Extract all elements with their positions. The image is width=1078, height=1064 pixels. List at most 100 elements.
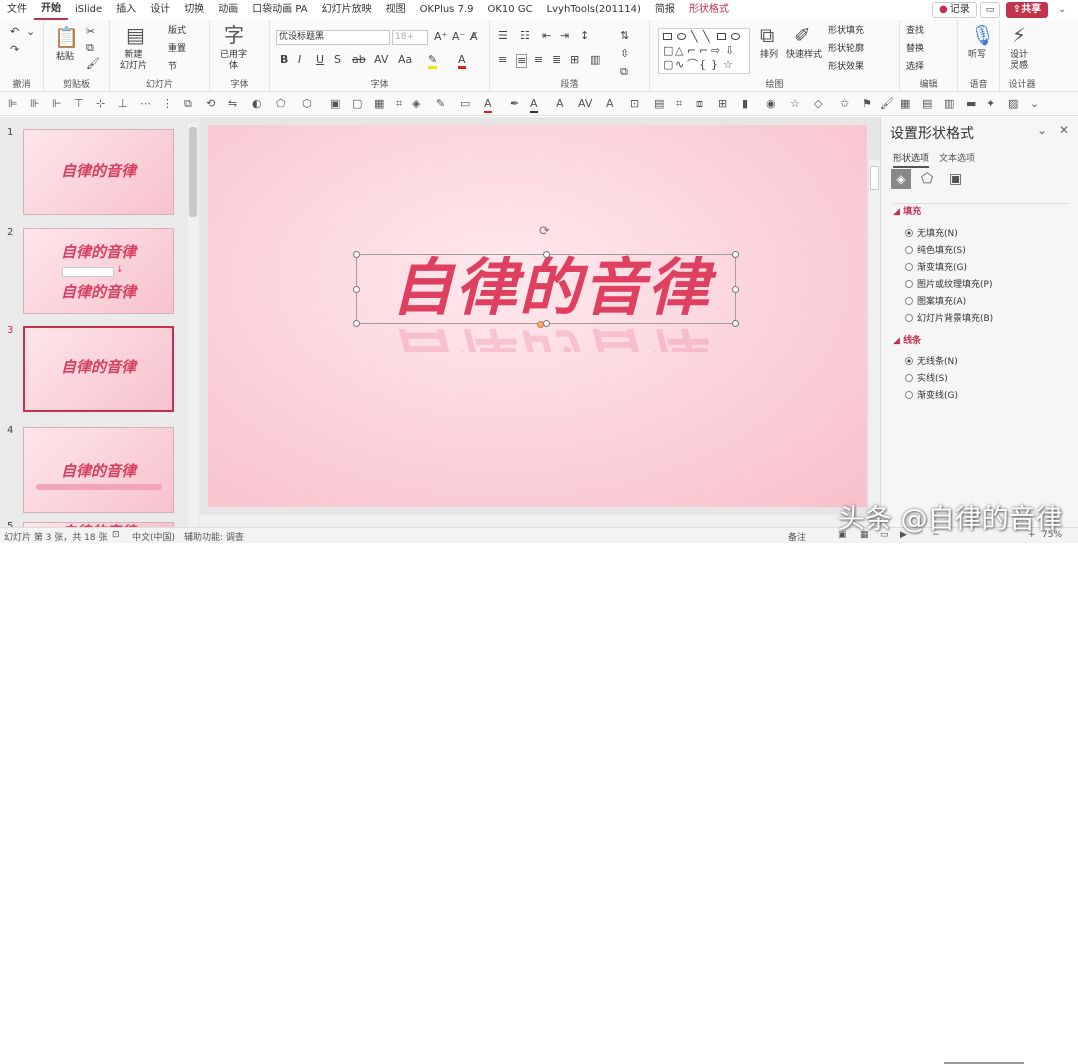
font-color-icon[interactable]: A <box>458 54 466 69</box>
flag-icon[interactable]: ⚑ <box>862 97 872 111</box>
resize-handle[interactable] <box>353 251 360 258</box>
format-painter-icon[interactable]: 🖌 <box>86 58 100 70</box>
layout-icon[interactable]: ▤ <box>922 97 932 111</box>
quick-styles-label[interactable]: 快速样式 <box>786 50 822 61</box>
elbow-shape-icon[interactable]: ⌐ <box>687 45 696 57</box>
merge-shapes-icon[interactable]: ◐ <box>252 97 262 111</box>
freeform-shape-icon[interactable]: ⌒ <box>687 59 698 71</box>
language-indicator[interactable]: 中文(中国) <box>132 530 175 543</box>
increase-indent-icon[interactable]: ⇥ <box>560 30 569 42</box>
decrease-indent-icon[interactable]: ⇤ <box>542 30 551 42</box>
new-slide-label[interactable]: 新建 幻灯片 <box>120 50 147 72</box>
line-spacing-icon[interactable]: ↕ <box>580 30 589 42</box>
align-bottom-icon[interactable]: ⊥ <box>118 97 128 111</box>
text-color-icon[interactable]: A <box>530 97 538 113</box>
slide-thumbnail[interactable]: 自律的音律 <box>23 427 174 513</box>
highlight-icon[interactable]: ✎ <box>428 54 438 69</box>
tab-home[interactable]: 开始 <box>34 0 68 20</box>
undo-icon[interactable]: ↶ <box>10 26 19 38</box>
section-button[interactable]: 节 <box>168 62 177 73</box>
tab-slideshow[interactable]: 幻灯片放映 <box>315 0 379 20</box>
tab-view[interactable]: 视图 <box>379 0 413 20</box>
thumbnails-scrollbar-thumb[interactable] <box>189 127 197 217</box>
justify-icon[interactable]: ≣ <box>552 54 561 66</box>
italic-icon[interactable]: I <box>298 54 301 66</box>
tab-shape-options[interactable]: 形状选项 <box>893 151 930 168</box>
shapes-gallery[interactable]: ╲ ╲ □ △ ⌐ ⌐ ⇨ ⇩ ▢ ∿ ⌒ { } ☆ <box>658 28 750 74</box>
layout-button[interactable]: 版式 <box>168 26 186 37</box>
rotate-handle-icon[interactable]: ⟳ <box>539 224 550 239</box>
fill-option-picture[interactable]: 图片或纹理填充(P) <box>905 277 992 290</box>
zoom-icon[interactable]: ⊞ <box>718 97 727 111</box>
comment-icon[interactable]: ▭ <box>980 2 1000 18</box>
oval-shape-icon[interactable] <box>731 33 740 40</box>
square-shape-icon[interactable]: □ <box>663 45 673 57</box>
chevron-down-icon[interactable]: ⌄ <box>1030 97 1039 111</box>
find-button[interactable]: 查找 <box>906 26 924 37</box>
chart-icon[interactable]: ▮ <box>742 97 748 111</box>
callout-icon[interactable]: ◇ <box>814 97 822 111</box>
microphone-icon[interactable]: 🎙 <box>970 24 995 46</box>
align-left-icon[interactable]: ≡ <box>498 54 507 66</box>
resize-handle[interactable] <box>543 320 550 327</box>
arrange-icon[interactable]: ⧉ <box>760 24 774 46</box>
reset-button[interactable]: 重置 <box>168 44 186 55</box>
rounded-shape-icon[interactable]: ▢ <box>663 59 673 71</box>
resize-handle[interactable] <box>353 320 360 327</box>
align-right-objects-icon[interactable]: ⊩ <box>52 97 62 111</box>
tab-transitions[interactable]: 切换 <box>177 0 211 20</box>
text-box-icon[interactable]: ⊡ <box>630 97 639 111</box>
line-option-solid[interactable]: 实线(S) <box>905 371 948 384</box>
fill-option-solid[interactable]: 纯色填充(S) <box>905 243 966 256</box>
shrink-font-icon[interactable]: A⁻ <box>452 31 465 43</box>
eyedropper-icon[interactable]: ✎ <box>436 97 445 111</box>
eyedropper-icon[interactable]: ✒ <box>510 97 519 111</box>
fill-option-slide-background[interactable]: 幻灯片背景填充(B) <box>905 311 993 324</box>
align-center-icon[interactable]: ≡ <box>516 54 528 68</box>
chevron-down-icon[interactable]: ⌄ <box>26 26 35 38</box>
resize-handle[interactable] <box>543 251 550 258</box>
underline-icon[interactable]: U <box>316 54 324 66</box>
replace-button[interactable]: 替换 <box>906 44 924 55</box>
bring-forward-icon[interactable]: ▣ <box>330 97 340 111</box>
fill-section-header[interactable]: ◢ 填充 <box>893 204 921 217</box>
character-spacing-icon[interactable]: AV <box>578 97 592 111</box>
shape-outline-button[interactable]: 形状轮廓 <box>828 44 864 55</box>
shape-icon[interactable]: ⬠ <box>276 97 286 111</box>
format-painter-icon[interactable]: 🖌 <box>880 97 894 111</box>
paste-icon[interactable]: 📋 <box>54 26 79 48</box>
selection-pane-icon[interactable]: ▦ <box>374 97 384 111</box>
tab-text-options[interactable]: 文本选项 <box>939 151 975 164</box>
triangle-shape-icon[interactable]: △ <box>675 45 683 57</box>
align-left-objects-icon[interactable]: ⊫ <box>8 97 18 111</box>
align-text-icon[interactable]: ⇳ <box>620 48 629 60</box>
bullets-icon[interactable]: ☰ <box>498 30 508 42</box>
resize-handle[interactable] <box>353 286 360 293</box>
tab-islide[interactable]: iSlide <box>68 0 109 20</box>
picture-icon[interactable]: ▨ <box>1008 97 1018 111</box>
clear-format-icon[interactable]: A̸ <box>470 31 478 43</box>
shadow-icon[interactable]: S <box>334 54 341 66</box>
tab-design[interactable]: 设计 <box>143 0 177 20</box>
text-outline-icon[interactable]: A <box>606 97 614 111</box>
star-shape-icon[interactable]: ☆ <box>723 59 733 71</box>
cut-icon[interactable]: ✂ <box>86 26 95 38</box>
columns-icon[interactable]: ▥ <box>590 54 600 66</box>
close-icon[interactable]: ✕ <box>1059 123 1069 137</box>
outline-icon[interactable]: ▭ <box>460 97 470 111</box>
font-color-icon[interactable]: A <box>484 97 492 113</box>
oval-shape-icon[interactable] <box>677 33 686 40</box>
distribute-icon[interactable]: ⊞ <box>570 54 579 66</box>
arrow-shape-icon[interactable]: ⇩ <box>725 45 734 57</box>
grow-font-icon[interactable]: A⁺ <box>434 31 447 43</box>
diamond-icon[interactable]: ✦ <box>986 97 995 111</box>
align-right-icon[interactable]: ≡ <box>534 54 543 66</box>
tab-ok10[interactable]: OK10 GC <box>480 0 539 20</box>
used-font-icon[interactable]: 字 <box>224 24 244 46</box>
resize-handle[interactable] <box>732 251 739 258</box>
numbering-icon[interactable]: ☷ <box>520 30 530 42</box>
effects-icon[interactable]: ⬠ <box>921 171 933 187</box>
canvas-vertical-scrollbar[interactable] <box>869 160 880 520</box>
distribute-horizontal-icon[interactable]: ⋯ <box>140 97 151 111</box>
accessibility-status[interactable]: 辅助功能: 调查 <box>184 530 244 543</box>
